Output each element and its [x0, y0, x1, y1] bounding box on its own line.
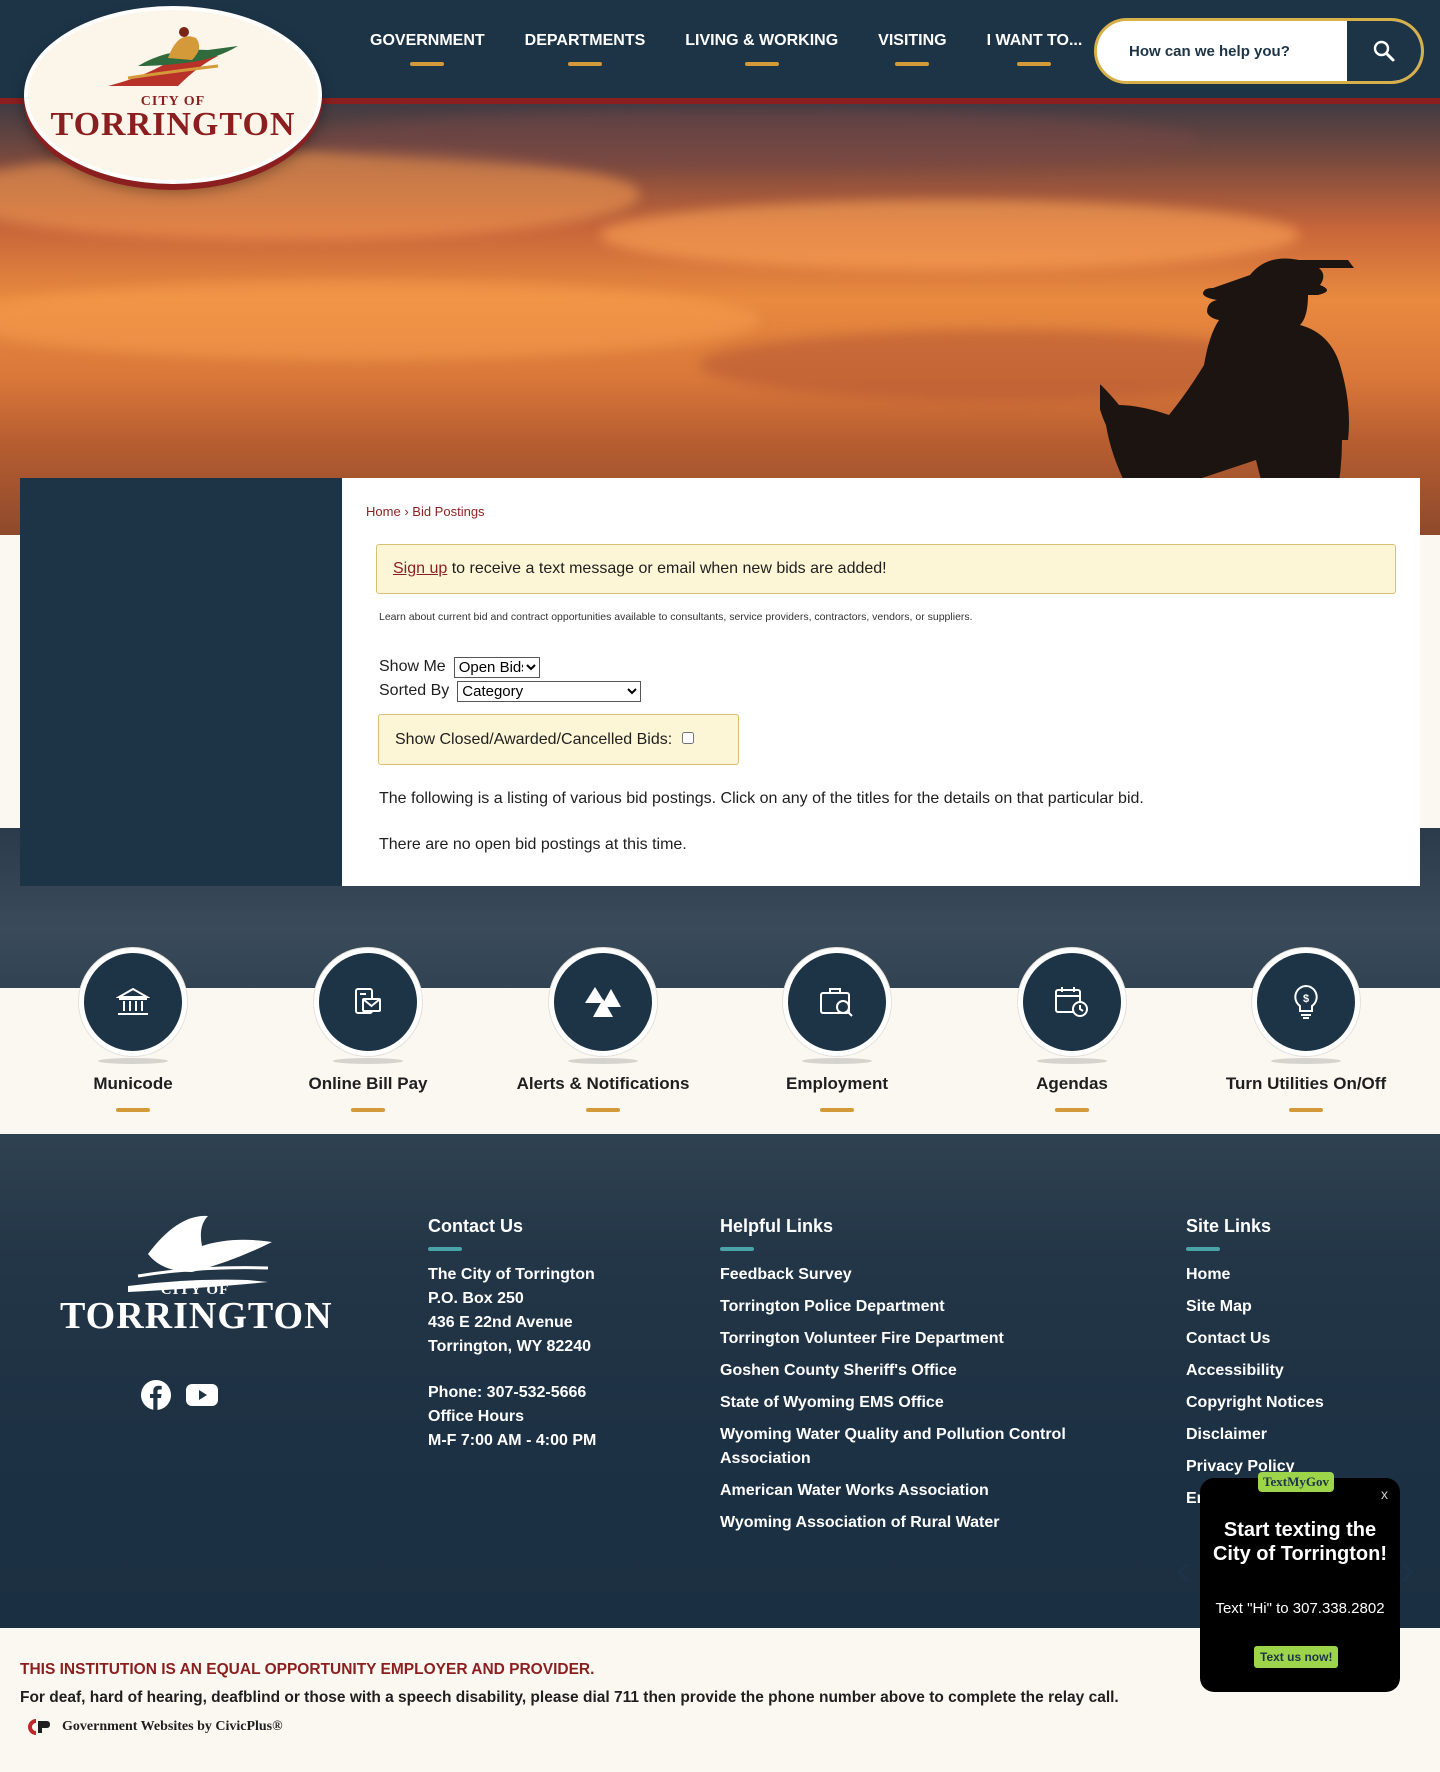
quick-link-agendas[interactable]: Agendas: [952, 948, 1192, 1112]
nav-departments[interactable]: DEPARTMENTS: [505, 0, 666, 96]
contact-phone: Phone: 307-532-5666: [428, 1384, 587, 1401]
quick-link-online-bill-pay[interactable]: Online Bill Pay: [248, 948, 488, 1112]
text-us-now-button[interactable]: Text us now!: [1254, 1646, 1339, 1668]
nav-living-working[interactable]: LIVING & WORKING: [665, 0, 858, 96]
bill-pay-icon: [355, 988, 381, 1014]
signup-link[interactable]: Sign up: [393, 560, 447, 577]
contact-org: The City of Torrington: [428, 1266, 595, 1283]
site-links-title: Site Links: [1186, 1216, 1272, 1236]
quick-link-label: Agendas: [1036, 1074, 1108, 1093]
textmygov-tag: TextMyGov: [1258, 1472, 1334, 1492]
signup-text: to receive a text message or email when …: [447, 560, 887, 577]
breadcrumb-current[interactable]: Bid Postings: [412, 504, 484, 519]
contact-title: Contact Us: [428, 1216, 524, 1236]
breadcrumb-home[interactable]: Home: [366, 504, 401, 519]
contact-po: P.O. Box 250: [428, 1290, 524, 1307]
quick-link-employment[interactable]: Employment: [717, 948, 957, 1112]
relay-notice: For deaf, hard of hearing, deafblind or …: [20, 1689, 1119, 1706]
search-icon: [1373, 40, 1395, 62]
site-link[interactable]: Contact Us: [1186, 1327, 1324, 1351]
sidebar: [20, 478, 342, 886]
quick-link-label: Online Bill Pay: [308, 1074, 428, 1093]
equal-opportunity-notice: THIS INSTITUTION IS AN EQUAL OPPORTUNITY…: [20, 1661, 595, 1678]
civicplus-icon: [28, 1719, 50, 1735]
civicplus-link[interactable]: Government Websites by CivicPlus®: [26, 1719, 283, 1735]
facebook-icon[interactable]: [140, 1379, 172, 1411]
helpful-link[interactable]: American Water Works Association: [720, 1479, 1100, 1503]
quick-link-utilities[interactable]: $ Turn Utilities On/Off: [1186, 948, 1426, 1112]
quick-link-label: Municode: [93, 1074, 173, 1093]
sorted-by-label: Sorted By: [379, 682, 450, 699]
filters: Show Me Open Bids Sorted By Category: [379, 655, 642, 703]
city-logo[interactable]: CITY OF TORRINGTON: [24, 6, 322, 184]
quick-link-label: Employment: [785, 1074, 889, 1093]
courthouse-icon: [116, 987, 150, 1015]
helpful-link[interactable]: Torrington Police Department: [720, 1295, 1100, 1319]
helpful-links-title: Helpful Links: [720, 1216, 834, 1236]
youtube-icon[interactable]: [186, 1379, 218, 1411]
site-link[interactable]: Site Map: [1186, 1295, 1324, 1319]
contact-street: 436 E 22nd Avenue: [428, 1314, 573, 1331]
signup-alert: Sign up to receive a text message or ema…: [376, 544, 1396, 594]
social-links: [140, 1379, 218, 1411]
widget-next-arrow[interactable]: ›: [1400, 1548, 1415, 1592]
logo-name: TORRINGTON: [50, 106, 296, 143]
show-me-label: Show Me: [379, 658, 446, 675]
contact-hours: M-F 7:00 AM - 4:00 PM: [428, 1432, 597, 1449]
close-icon[interactable]: x: [1381, 1486, 1388, 1502]
quick-link-alerts[interactable]: Alerts & Notifications: [483, 948, 723, 1112]
site-link[interactable]: Disclaimer: [1186, 1423, 1324, 1447]
footer-logo[interactable]: CITY OF TORRINGTON: [60, 1214, 333, 1354]
listing-text: The following is a listing of various bi…: [379, 790, 1144, 807]
no-bids-text: There are no open bid postings at this t…: [379, 836, 687, 853]
nav-government[interactable]: GOVERNMENT: [350, 0, 505, 96]
nav-visiting[interactable]: VISITING: [858, 0, 966, 96]
nav-i-want-to[interactable]: I WANT TO...: [967, 0, 1103, 96]
alerts-icon: [585, 987, 621, 1017]
footer-logo-name: TORRINGTON: [60, 1295, 333, 1337]
sorted-by-select[interactable]: Category: [457, 680, 642, 702]
helpful-link[interactable]: Wyoming Water Quality and Pollution Cont…: [720, 1423, 1100, 1471]
show-me-select[interactable]: Open Bids: [453, 656, 540, 678]
helpful-link[interactable]: State of Wyoming EMS Office: [720, 1391, 1100, 1415]
breadcrumb: Home › Bid Postings: [366, 504, 485, 519]
contact-citystate: Torrington, WY 82240: [428, 1338, 591, 1355]
contact-hours-label: Office Hours: [428, 1408, 525, 1425]
main-content: Home › Bid Postings Sign up to receive a…: [342, 478, 1420, 886]
pheasant-icon: [108, 27, 238, 86]
lightbulb-dollar-icon: $: [1294, 984, 1318, 1019]
calendar-clock-icon: [1055, 987, 1088, 1017]
svg-text:$: $: [1303, 993, 1309, 1005]
textmygov-widget: TextMyGov x Start texting the City of To…: [1200, 1472, 1400, 1692]
helpful-link[interactable]: Feedback Survey: [720, 1263, 1100, 1287]
closed-bids-checkbox[interactable]: [682, 731, 695, 744]
civicplus-text: Government Websites by CivicPlus®: [62, 1719, 283, 1734]
quick-link-label: Turn Utilities On/Off: [1225, 1074, 1387, 1093]
closed-bids-box: Show Closed/Awarded/Cancelled Bids:: [378, 714, 739, 765]
textmygov-text: Text "Hi" to 307.338.2802: [1215, 1600, 1385, 1617]
breadcrumb-separator: ›: [404, 504, 409, 519]
search-button[interactable]: [1347, 21, 1421, 81]
helpful-links-column: Helpful Links Feedback Survey Torrington…: [720, 1216, 1100, 1543]
quick-link-label: Alerts & Notifications: [516, 1074, 690, 1093]
briefcase-search-icon: [820, 988, 853, 1017]
search-input[interactable]: [1097, 21, 1351, 81]
intro-text: Learn about current bid and contract opp…: [379, 611, 973, 623]
closed-bids-label: Show Closed/Awarded/Cancelled Bids:: [395, 730, 673, 748]
site-link[interactable]: Accessibility: [1186, 1359, 1324, 1383]
textmygov-headline: Start texting the City of Torrington!: [1212, 1519, 1388, 1565]
search-box: [1094, 18, 1424, 84]
helpful-link[interactable]: Wyoming Association of Rural Water: [720, 1511, 1100, 1535]
contact-column: Contact Us The City of Torrington P.O. B…: [428, 1216, 596, 1453]
site-link[interactable]: Home: [1186, 1263, 1324, 1287]
helpful-link[interactable]: Torrington Volunteer Fire Department: [720, 1327, 1100, 1351]
widget-prev-arrow[interactable]: ‹: [1176, 1548, 1191, 1592]
quick-link-municode[interactable]: Municode: [13, 948, 253, 1112]
site-link[interactable]: Copyright Notices: [1186, 1391, 1324, 1415]
helpful-link[interactable]: Goshen County Sheriff's Office: [720, 1359, 1100, 1383]
main-nav: GOVERNMENT DEPARTMENTS LIVING & WORKING …: [350, 0, 1102, 96]
